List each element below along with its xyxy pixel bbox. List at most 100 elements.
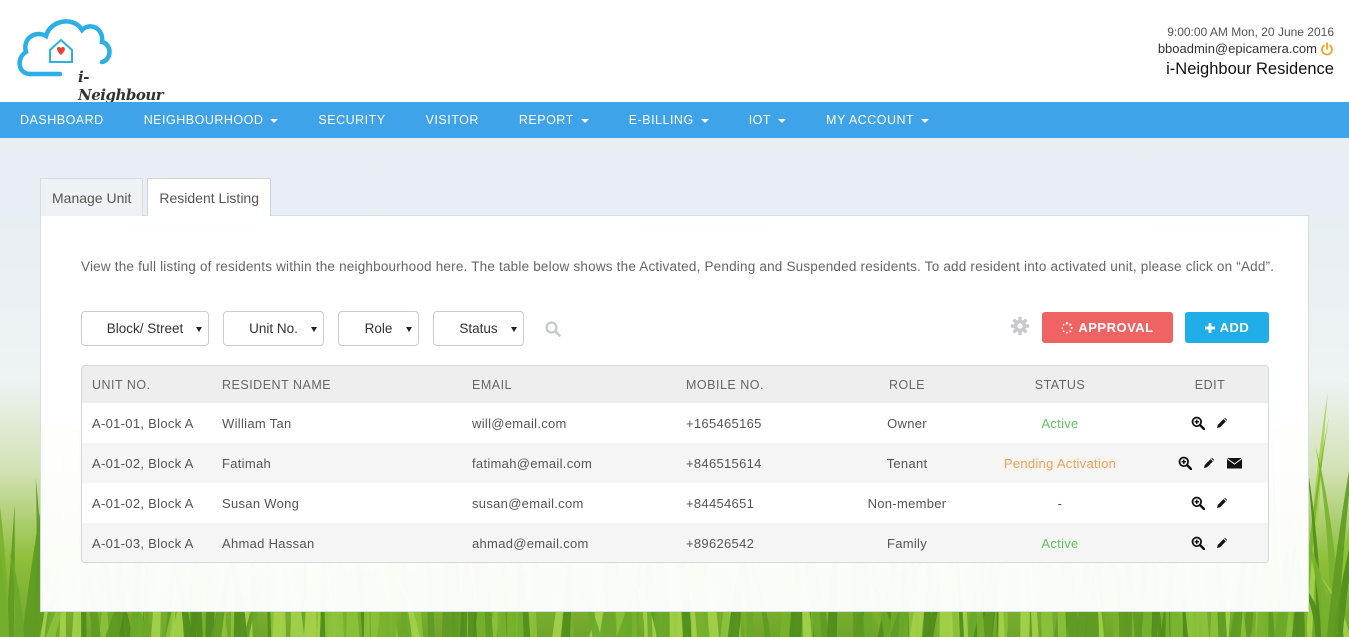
status-cell: Active xyxy=(1041,535,1079,551)
block-street-select-value: Block/ Street xyxy=(106,321,184,336)
unit-cell: A-01-02, Block A xyxy=(92,455,194,471)
column-header-email[interactable]: EMAIL xyxy=(472,366,512,403)
edit-actions xyxy=(1160,403,1260,443)
envelope-icon[interactable] xyxy=(1226,456,1243,470)
caret-down-icon xyxy=(778,118,787,123)
table-row: A-01-01, Block A William Tan will@email.co… xyxy=(82,403,1268,443)
edit-actions xyxy=(1160,483,1260,523)
column-header-name[interactable]: RESIDENT NAME xyxy=(222,366,331,403)
approval-button-label: APPROVAL xyxy=(1078,320,1154,335)
tab-resident-listing[interactable]: Resident Listing xyxy=(147,178,272,217)
nav-item-label: IOT xyxy=(748,113,772,127)
role-cell: Owner xyxy=(887,415,927,431)
table-row: A-01-02, Block A Susan Wong susan@email.co… xyxy=(82,483,1268,523)
chevron-down-icon xyxy=(511,327,517,332)
edit-actions xyxy=(1160,523,1260,562)
chevron-down-icon xyxy=(311,327,317,332)
nav-item-label: SECURITY xyxy=(318,113,386,127)
nav-item-e-billing[interactable]: E-BILLING xyxy=(609,102,729,138)
header-info: 9:00:00 AM Mon, 20 June 2016 bboadmin@ep… xyxy=(1158,24,1334,80)
chevron-down-icon xyxy=(196,327,202,332)
role-cell: Family xyxy=(886,535,928,551)
email-cell: will@email.com xyxy=(472,415,567,431)
email-cell: fatimah@email.com xyxy=(472,455,593,471)
column-header-edit: EDIT xyxy=(1194,377,1226,392)
status-select-value: Status xyxy=(459,321,498,336)
pencil-icon[interactable] xyxy=(1215,496,1229,510)
role-select[interactable]: Role xyxy=(338,311,419,346)
status-cell: - xyxy=(1057,495,1063,511)
approval-button[interactable]: APPROVAL xyxy=(1042,312,1173,343)
user-email: bboadmin@epicamera.com xyxy=(1157,41,1317,56)
spinner-icon xyxy=(1061,321,1074,334)
pencil-icon[interactable] xyxy=(1215,416,1229,430)
nav-item-label: REPORT xyxy=(518,113,574,127)
table-row: A-01-03, Block A Ahmad Hassan ahmad@email.… xyxy=(82,523,1268,562)
nav-item-label: MY ACCOUNT xyxy=(826,113,915,127)
role-select-value: Role xyxy=(364,321,393,336)
unit-cell: A-01-02, Block A xyxy=(92,495,194,511)
tab-manage-unit[interactable]: Manage Unit xyxy=(40,178,144,216)
status-cell: Pending Activation xyxy=(1003,455,1117,471)
unit-cell: A-01-01, Block A xyxy=(92,415,194,431)
header: i-Neighbour 9:00:00 AM Mon, 20 June 2016… xyxy=(0,0,1349,104)
datetime: 9:00:00 AM Mon, 20 June 2016 xyxy=(1167,25,1334,39)
column-header-unit[interactable]: UNIT NO. xyxy=(92,366,151,403)
nav-item-neighbourhood[interactable]: NEIGHBOURHOOD xyxy=(124,102,299,138)
status-select[interactable]: Status xyxy=(433,311,524,346)
nav-item-label: VISITOR xyxy=(425,113,479,127)
pencil-icon[interactable] xyxy=(1202,456,1216,470)
block-street-select[interactable]: Block/ Street xyxy=(81,311,209,346)
add-resident-button[interactable]: ADD xyxy=(1185,312,1269,343)
zoom-in-icon[interactable] xyxy=(1191,536,1205,550)
nav-item-security[interactable]: SECURITY xyxy=(298,102,405,138)
edit-actions xyxy=(1160,443,1260,483)
chevron-down-icon xyxy=(406,327,412,332)
resident-name-cell: Ahmad Hassan xyxy=(222,535,315,551)
nav-item-dashboard[interactable]: DASHBOARD xyxy=(0,102,124,138)
caret-down-icon xyxy=(580,118,589,123)
column-header-status[interactable]: STATUS xyxy=(980,366,1140,403)
resident-name-cell: Susan Wong xyxy=(222,495,300,511)
logo[interactable]: i-Neighbour xyxy=(16,12,164,104)
role-cell: Tenant xyxy=(886,455,928,471)
zoom-in-icon[interactable] xyxy=(1191,416,1205,430)
main-nav: DASHBOARD NEIGHBOURHOOD SECURITY VISITOR REP… xyxy=(0,102,1349,138)
residence-name: i-Neighbour Residence xyxy=(1166,60,1334,78)
plus-icon xyxy=(1204,322,1215,333)
description-text: View the full listing of residents withi… xyxy=(81,259,1275,274)
column-header-role[interactable]: ROLE xyxy=(827,366,987,403)
mobile-cell: +846515614 xyxy=(686,455,762,471)
nav-item-visitor[interactable]: VISITOR xyxy=(406,102,499,138)
status-cell: Active xyxy=(1041,415,1079,431)
caret-down-icon xyxy=(700,118,709,123)
zoom-in-icon[interactable] xyxy=(1178,456,1192,470)
email-cell: ahmad@email.com xyxy=(472,535,589,551)
add-button-label: ADD xyxy=(1219,320,1250,335)
nav-item-iot[interactable]: IOT xyxy=(729,102,806,138)
table-row: A-01-02, Block A Fatimah fatimah@email.com… xyxy=(82,443,1268,483)
nav-item-my-account[interactable]: MY ACCOUNT xyxy=(806,102,949,138)
email-cell: susan@email.com xyxy=(472,495,584,511)
nav-item-report[interactable]: REPORT xyxy=(499,102,609,138)
column-header-mobile[interactable]: MOBILE NO. xyxy=(686,366,764,403)
nav-item-label: E-BILLING xyxy=(628,113,694,127)
nav-item-label: NEIGHBOURHOOD xyxy=(143,113,264,127)
mobile-cell: +165465165 xyxy=(686,415,762,431)
filter-bar: Block/ Street Unit No. Role Status xyxy=(81,311,562,346)
resident-table: UNIT NO. RESIDENT NAME EMAIL MOBILE NO. … xyxy=(81,365,1269,563)
table-header-row: UNIT NO. RESIDENT NAME EMAIL MOBILE NO. … xyxy=(82,366,1268,403)
mobile-cell: +89626542 xyxy=(686,535,755,551)
mobile-cell: +84454651 xyxy=(686,495,755,511)
resident-name-cell: William Tan xyxy=(222,415,292,431)
resident-name-cell: Fatimah xyxy=(222,455,272,471)
pencil-icon[interactable] xyxy=(1215,536,1229,550)
caret-down-icon xyxy=(270,118,279,123)
power-icon[interactable] xyxy=(1320,41,1334,56)
tab-bar: Manage Unit Resident Listing xyxy=(40,178,275,217)
zoom-in-icon[interactable] xyxy=(1191,496,1205,510)
gear-icon[interactable] xyxy=(1010,316,1030,336)
unit-no-select[interactable]: Unit No. xyxy=(223,311,324,346)
unit-no-select-value: Unit No. xyxy=(249,321,298,336)
search-icon[interactable] xyxy=(544,320,562,338)
